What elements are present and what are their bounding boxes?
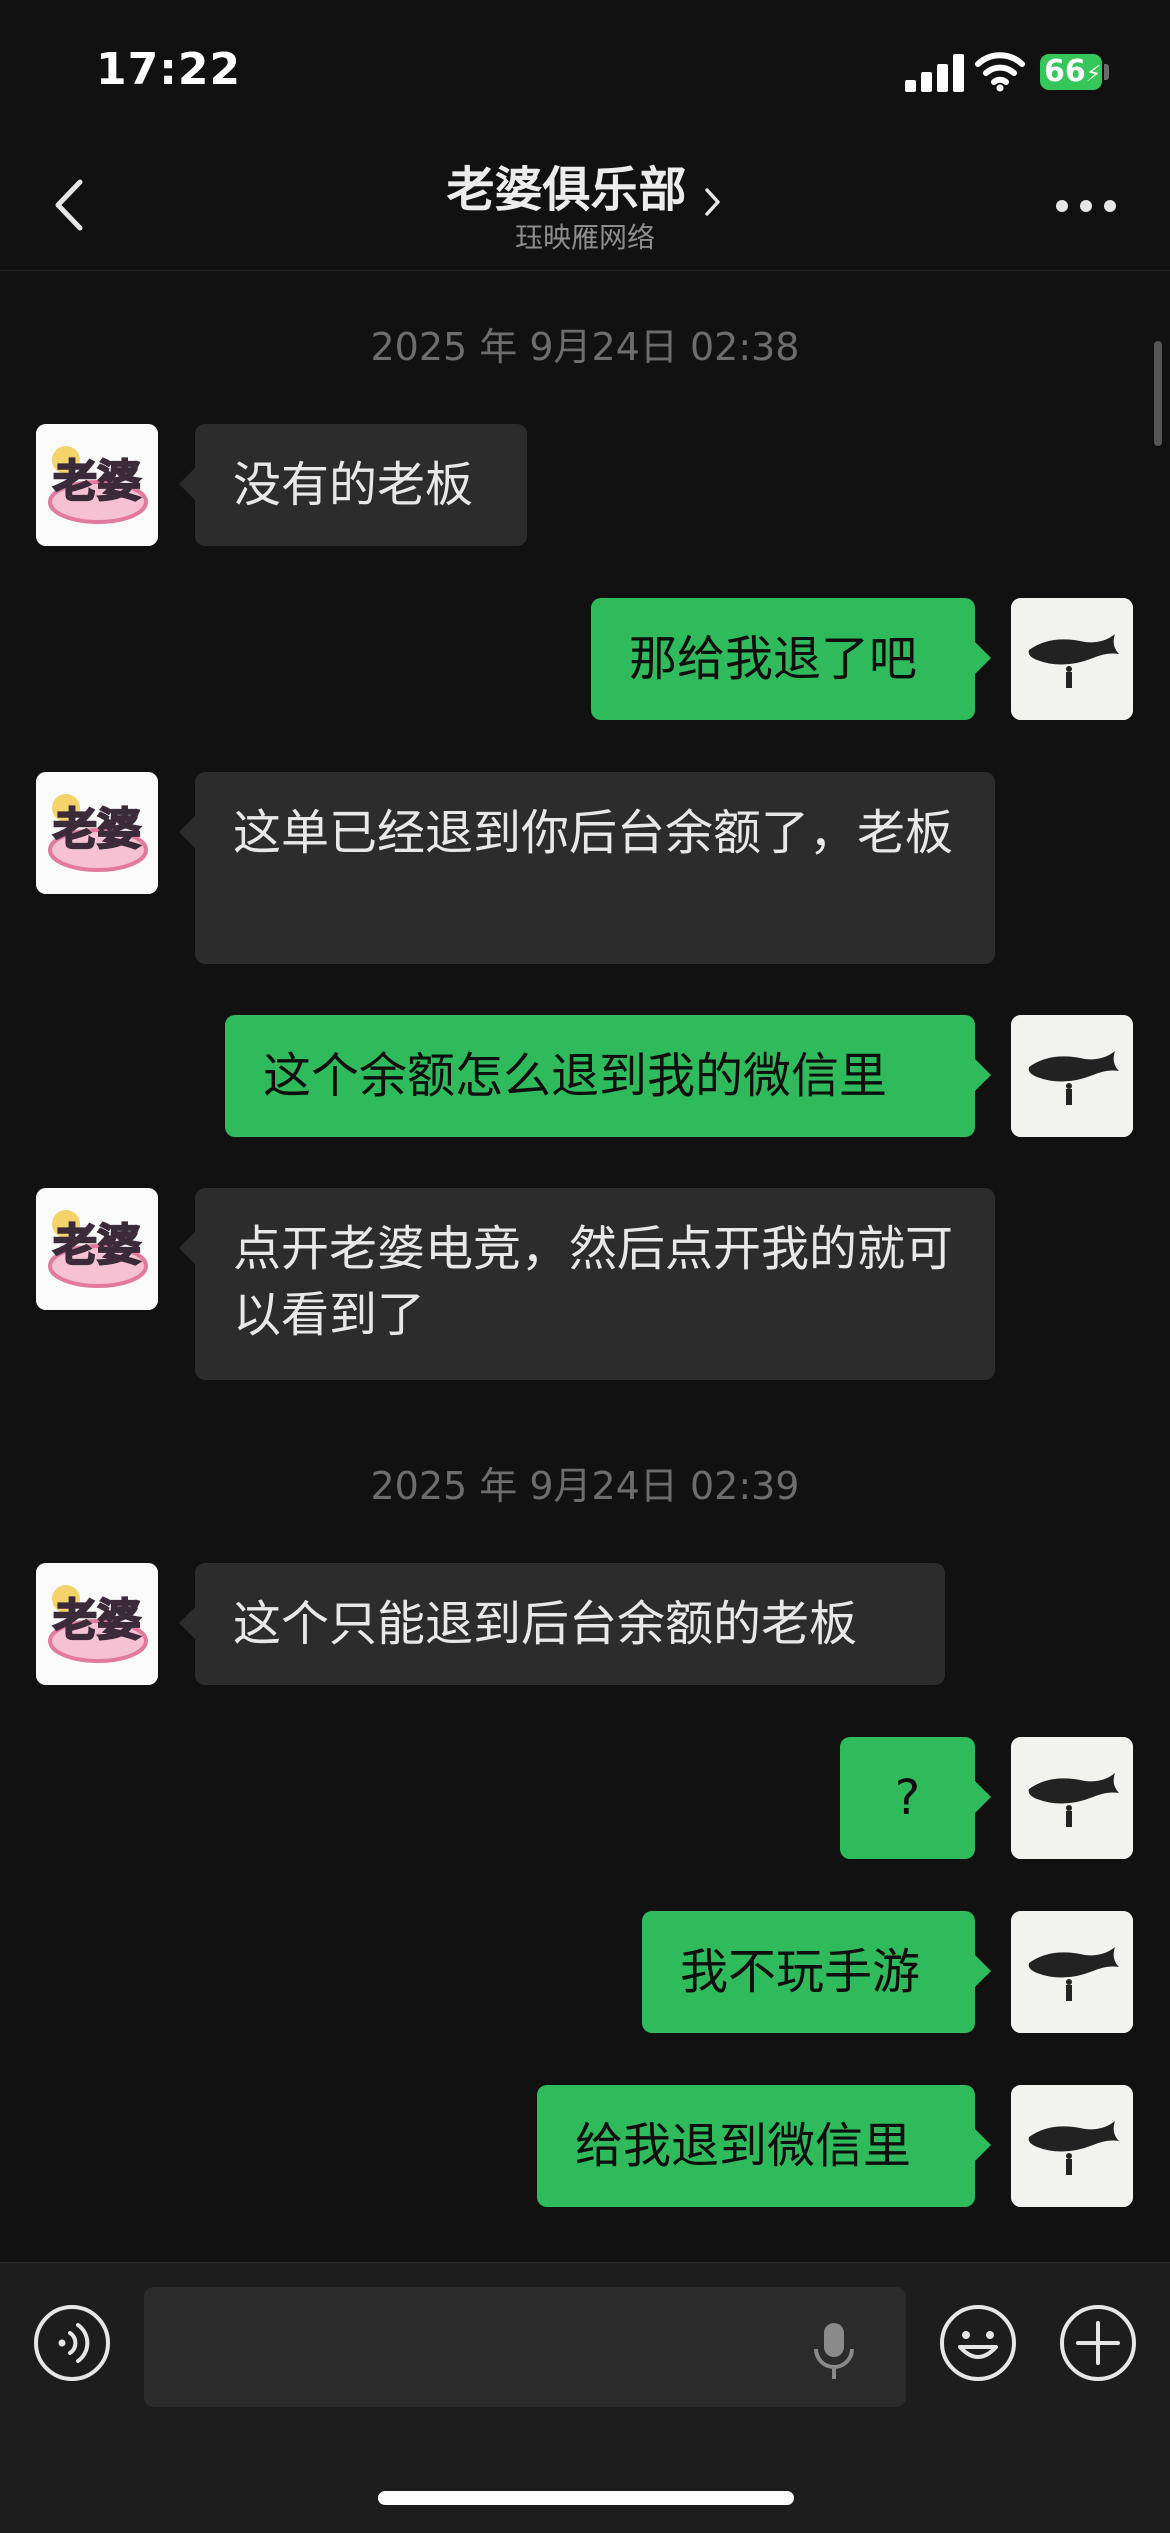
whale-icon	[1011, 598, 1133, 720]
message-bubble-outgoing[interactable]: 这个余额怎么退到我的微信里	[225, 1015, 991, 1137]
message-bubble-incoming[interactable]: 这单已经退到你后台余额了，老板	[179, 772, 995, 964]
message-timestamp: 2025 年 9月24日 02:39	[370, 1464, 800, 1508]
chat-subtitle: 珏映雁网络	[514, 221, 655, 254]
message-bubble-incoming[interactable]: 没有的老板	[179, 424, 527, 546]
contact-avatar[interactable]: 老婆	[36, 1563, 158, 1685]
self-avatar[interactable]	[1011, 598, 1133, 720]
chat-title-text: 老婆俱乐部	[446, 162, 687, 218]
whale-icon	[1011, 1015, 1133, 1137]
self-avatar[interactable]	[1011, 1737, 1133, 1859]
message-input[interactable]	[144, 2287, 906, 2407]
contact-logo-icon: 老婆	[36, 1563, 158, 1685]
microphone-icon[interactable]	[812, 2321, 856, 2381]
self-avatar[interactable]	[1011, 2085, 1133, 2207]
message-bubble-outgoing[interactable]: 那给我退了吧	[591, 598, 991, 720]
more-options-button[interactable]	[1056, 200, 1116, 220]
contact-logo-icon: 老婆	[36, 424, 158, 546]
battery-tip	[1104, 64, 1109, 80]
self-avatar[interactable]	[1011, 1015, 1133, 1137]
voice-mode-button[interactable]	[32, 2303, 112, 2383]
emoji-button[interactable]	[938, 2303, 1018, 2383]
svg-text:老婆: 老婆	[53, 1220, 141, 1271]
chat-header: 老婆俱乐部 珏映雁网络	[0, 140, 1170, 271]
svg-text:老婆: 老婆	[53, 804, 141, 855]
contact-avatar[interactable]: 老婆	[36, 424, 158, 546]
whale-icon	[1011, 1737, 1133, 1859]
message-bubble-incoming[interactable]: 点开老婆电竞，然后点开我的就可以看到了	[179, 1188, 995, 1380]
home-indicator[interactable]	[378, 2491, 794, 2505]
contact-avatar[interactable]: 老婆	[36, 1188, 158, 1310]
whale-icon	[1011, 2085, 1133, 2207]
input-bar	[0, 2262, 1170, 2533]
more-actions-button[interactable]	[1058, 2303, 1138, 2383]
status-bar: 17:22 66⚡	[0, 0, 1170, 140]
self-avatar[interactable]	[1011, 1911, 1133, 2033]
chevron-right-icon	[704, 187, 720, 216]
battery-level: 66	[1044, 54, 1086, 89]
status-time: 17:22	[96, 44, 242, 95]
svg-text:老婆: 老婆	[53, 456, 141, 507]
whale-icon	[1011, 1911, 1133, 2033]
message-bubble-outgoing[interactable]: ?	[840, 1737, 991, 1859]
contact-avatar[interactable]: 老婆	[36, 772, 158, 894]
message-bubble-incoming[interactable]: 这个只能退到后台余额的老板	[179, 1563, 945, 1685]
message-list[interactable]: 2025 年 9月24日 02:38 老婆 没有的老板 那给我退了吧 老婆 这单…	[0, 271, 1170, 2261]
signal-icon	[905, 54, 965, 92]
message-bubble-outgoing[interactable]: 我不玩手游	[642, 1911, 991, 2033]
contact-logo-icon: 老婆	[36, 1188, 158, 1310]
battery-icon: 66⚡	[1040, 54, 1102, 90]
message-bubble-outgoing[interactable]: 给我退到微信里	[537, 2085, 991, 2207]
message-timestamp: 2025 年 9月24日 02:38	[370, 325, 800, 369]
chat-title[interactable]: 老婆俱乐部	[0, 150, 1170, 220]
contact-logo-icon: 老婆	[36, 772, 158, 894]
svg-text:老婆: 老婆	[53, 1595, 141, 1646]
wifi-icon	[975, 52, 1025, 92]
